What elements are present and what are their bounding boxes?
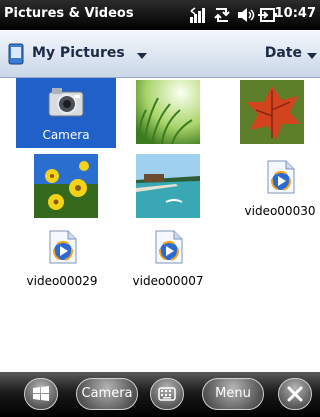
photo-thumbnail[interactable] (136, 80, 200, 144)
photo-thumbnail[interactable] (136, 154, 200, 218)
camera-icon (48, 88, 84, 117)
photo-thumbnail[interactable] (240, 80, 304, 144)
autumn-leaf-photo (240, 80, 304, 144)
sort-selector[interactable]: Date (250, 36, 320, 70)
video-file[interactable]: video00029 (12, 230, 112, 300)
chevron-down-icon (307, 53, 317, 59)
folder-bar: My Pictures Date (0, 30, 320, 78)
title-bar: Pictures & Videos 10:47 (0, 0, 320, 30)
video-file-icon (267, 160, 295, 194)
device-screen: Pictures & Videos 10:47 My Pictures Date… (0, 0, 320, 417)
status-clock[interactable]: 10:47 (275, 6, 316, 21)
beach-pier-photo (136, 154, 200, 218)
folder-selector[interactable]: My Pictures (8, 36, 178, 70)
video-file-icon (155, 230, 183, 264)
close-icon (287, 386, 303, 402)
camera-button[interactable]: Camera (76, 378, 138, 410)
video-file-label: video00030 (244, 204, 316, 218)
yellow-flowers-photo (34, 154, 98, 218)
app-title: Pictures & Videos (4, 6, 134, 21)
video-file[interactable]: video00007 (118, 230, 218, 300)
close-button[interactable] (278, 378, 312, 410)
video-file-label: video00007 (132, 274, 204, 288)
folder-label: My Pictures (32, 45, 125, 61)
keyboard-icon (158, 387, 176, 401)
device-icon (8, 43, 24, 65)
media-grid: Camera video00030 video00029 video00007 (0, 78, 320, 372)
video-file[interactable]: video00030 (230, 160, 320, 230)
start-button[interactable] (24, 378, 58, 410)
camera-folder[interactable]: Camera (16, 78, 116, 148)
camera-folder-label: Camera (42, 128, 90, 142)
softkey-bar: Camera Menu (0, 372, 320, 417)
video-file-label: video00029 (26, 274, 98, 288)
sort-label: Date (264, 45, 302, 61)
speaker-icon[interactable] (236, 5, 256, 25)
sync-icon[interactable] (212, 5, 232, 25)
grass-photo (136, 80, 200, 144)
keyboard-button[interactable] (150, 378, 184, 410)
video-file-icon (49, 230, 77, 264)
signal-icon[interactable] (188, 5, 208, 25)
menu-button[interactable]: Menu (202, 378, 264, 410)
windows-start-icon (33, 386, 49, 401)
photo-thumbnail[interactable] (34, 154, 98, 218)
chevron-down-icon (137, 53, 147, 59)
camera-button-label: Camera (81, 386, 133, 401)
menu-button-label: Menu (215, 386, 251, 401)
